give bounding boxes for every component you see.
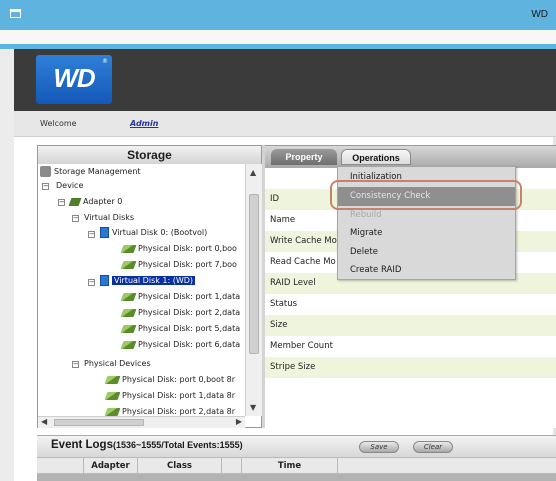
event-logs-title: Event Logs(1536~1555/Total Events:1555) — [51, 439, 243, 451]
tree-collapse-virtual-disk-0[interactable]: − — [88, 231, 95, 238]
tree-item-adapter-0[interactable]: Adapter 0 — [68, 196, 122, 208]
tree-item-physical-disk[interactable]: Physical Disk: port 0,boo — [120, 243, 237, 255]
adapter-icon — [68, 197, 82, 206]
scroll-down-icon[interactable]: ▼ — [250, 403, 256, 412]
physical-disk-icon — [120, 308, 137, 317]
menu-item-delete[interactable]: Delete — [338, 243, 515, 262]
physical-disk-icon — [120, 340, 137, 349]
welcome-bar: Welcome Admin — [14, 111, 556, 137]
tree-item-physical-disk[interactable]: Physical Disk: port 2,data — [120, 307, 240, 319]
physical-disk-icon — [120, 324, 137, 333]
logo-registered-mark: ® — [102, 58, 108, 65]
clear-button[interactable]: Clear — [413, 441, 453, 453]
physical-disk-icon — [120, 244, 137, 253]
welcome-label: Welcome — [40, 119, 77, 128]
tree-item-virtual-disk-0[interactable]: Virtual Disk 0: (Bootvol) — [100, 227, 207, 239]
virtual-disk-icon — [100, 275, 109, 286]
tree-scroll-thumb[interactable] — [249, 194, 259, 354]
column-header-class[interactable]: Class — [137, 458, 221, 474]
property-row-member-count: Member Count — [265, 336, 556, 357]
column-header-time[interactable]: Time — [241, 458, 337, 474]
tree-item-physical-device[interactable]: Physical Disk: port 2,data 8r — [104, 406, 235, 416]
storage-panel: Storage Storage Management − Device − Ad… — [37, 145, 262, 428]
event-logs-bar: Event Logs(1536~1555/Total Events:1555) … — [37, 435, 556, 457]
column-header — [37, 458, 83, 474]
window-titlebar: WD — [0, 0, 556, 30]
tree-collapse-adapter[interactable]: − — [58, 199, 65, 206]
physical-disk-icon — [120, 292, 137, 301]
virtual-disk-icon — [100, 227, 109, 238]
storage-management-icon — [40, 166, 51, 177]
wd-logo: WD ® — [36, 55, 112, 104]
left-margin — [0, 49, 14, 481]
tree-collapse-physical-devices[interactable]: − — [72, 361, 79, 368]
tab-bar: Property Operations — [265, 146, 556, 168]
storage-tree: Storage Management − Device − Adapter 0 … — [38, 164, 245, 416]
tree-collapse-virtual-disks[interactable]: − — [72, 215, 79, 222]
window-title: WD — [531, 9, 548, 20]
column-header — [221, 458, 241, 474]
tree-collapse-device[interactable]: − — [42, 183, 49, 190]
column-header-adapter[interactable]: Adapter — [83, 458, 137, 474]
tab-property[interactable]: Property — [271, 149, 337, 165]
tree-item-physical-disk[interactable]: Physical Disk: port 1,data — [120, 291, 240, 303]
physical-disk-icon — [104, 391, 121, 400]
tree-item-virtual-disk-1-selected[interactable]: Virtual Disk 1: (WD) — [100, 275, 196, 287]
scroll-right-icon[interactable]: ▶ — [236, 417, 242, 426]
tree-vertical-scrollbar[interactable]: ▲ ▼ — [245, 164, 262, 416]
window-icon — [10, 9, 21, 18]
logo-text: WD — [53, 63, 95, 93]
tree-collapse-virtual-disk-1[interactable]: − — [88, 279, 95, 286]
tree-item-physical-disk[interactable]: Physical Disk: port 6,data — [120, 339, 240, 351]
tree-item-virtual-disks[interactable]: Virtual Disks — [84, 212, 134, 224]
tree-hscroll-thumb[interactable] — [54, 419, 144, 426]
property-row-stripe-size: Stripe Size — [265, 357, 556, 378]
property-row-size: Size — [265, 315, 556, 336]
tree-item-physical-device[interactable]: Physical Disk: port 0,boot 8r — [104, 374, 235, 386]
tree-horizontal-scrollbar[interactable]: ◀ ▶ — [38, 416, 245, 428]
tree-item-physical-disk[interactable]: Physical Disk: port 5,data — [120, 323, 240, 335]
tree-item-physical-device[interactable]: Physical Disk: port 1,data 8r — [104, 390, 235, 402]
physical-disk-icon — [120, 260, 137, 269]
user-link[interactable]: Admin — [130, 119, 158, 128]
highlight-ring — [330, 180, 522, 210]
property-row-status: Status — [265, 294, 556, 315]
tree-item-physical-disk[interactable]: Physical Disk: port 7,boo — [120, 259, 237, 271]
save-button[interactable]: Save — [359, 441, 399, 453]
scroll-left-icon[interactable]: ◀ — [41, 417, 47, 426]
physical-disk-icon — [104, 407, 121, 416]
menu-item-migrate[interactable]: Migrate — [338, 224, 515, 243]
event-table-body — [37, 474, 556, 481]
storage-title: Storage — [38, 146, 261, 164]
event-table-header: Adapter Class Time — [37, 457, 556, 474]
tree-item-device[interactable]: Device — [56, 180, 83, 192]
app-header: WD ® — [14, 49, 556, 111]
menu-item-create-raid[interactable]: Create RAID — [338, 261, 515, 280]
column-header — [337, 458, 556, 474]
tab-operations[interactable]: Operations — [341, 149, 411, 165]
tree-item-storage-management[interactable]: Storage Management — [40, 166, 141, 178]
physical-disk-icon — [104, 375, 121, 384]
tree-item-physical-devices[interactable]: Physical Devices — [84, 358, 151, 370]
toolbar-strip — [0, 30, 556, 44]
scroll-up-icon[interactable]: ▲ — [250, 168, 256, 177]
event-logs-count: (1536~1555/Total Events:1555) — [112, 440, 243, 450]
